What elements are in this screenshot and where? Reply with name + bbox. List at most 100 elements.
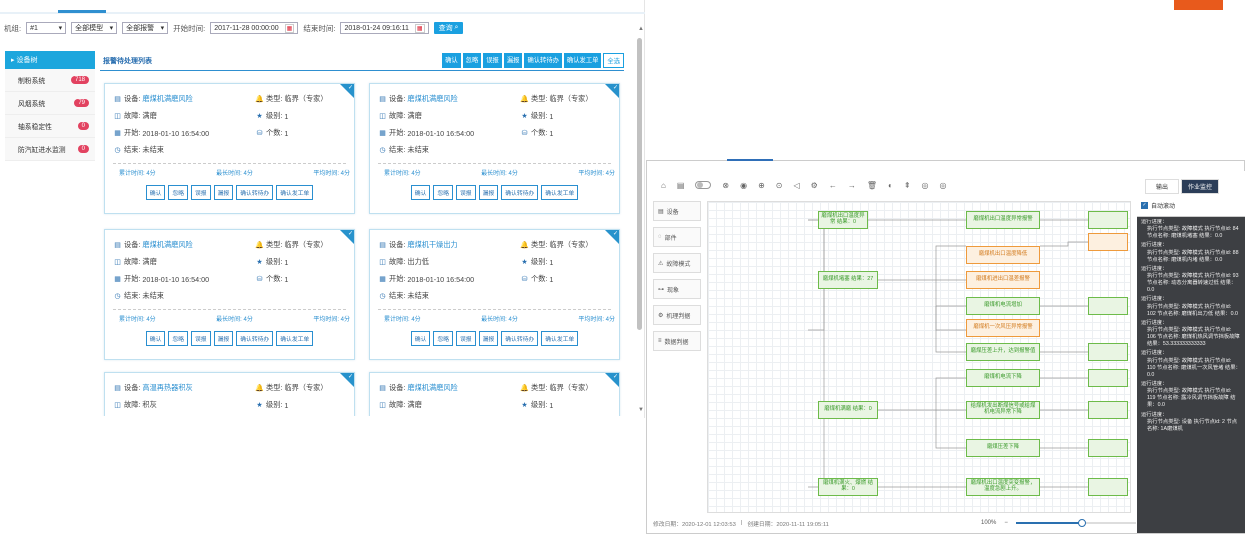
group-select[interactable]: #1 ▾ (26, 22, 67, 34)
scrollbar-thumb[interactable] (637, 38, 642, 330)
card-action-button[interactable]: 确认转待办 (236, 331, 274, 346)
select-all-button[interactable]: 全选 (603, 53, 624, 68)
diagram-node[interactable]: 磨煤机出口温度突变报警，温度急剧上升。 (966, 478, 1040, 496)
alarm-card[interactable]: ▤设备:磨煤机满磨风险 🔔类型:临界（专家） ◫故障:满磨 ★级别:1 ▦开始:… (104, 229, 355, 360)
diagram-node[interactable]: 磨煤机电流下降 (966, 369, 1040, 387)
selected-check-icon[interactable] (605, 84, 619, 98)
card-action-button[interactable]: 确认发工单 (276, 331, 314, 346)
sidebar-item[interactable]: 防汽缸进水监测 0 (5, 138, 95, 161)
diagram-node[interactable] (1088, 343, 1128, 361)
calendar-icon[interactable]: ▦ (284, 23, 295, 33)
false-alarm-button[interactable]: 误报 (483, 53, 502, 68)
sidebar-item[interactable]: 制粉系统 718 (5, 69, 95, 92)
scroll-down-icon[interactable]: ▼ (638, 407, 644, 413)
save-icon[interactable]: ▤ (677, 181, 685, 190)
diagram-node[interactable]: 磨煤机电流增加 (966, 297, 1040, 315)
sidebar-item[interactable]: 风烟系统 79 (5, 92, 95, 115)
device-name[interactable]: 磨煤机满磨风险 (407, 383, 457, 393)
diagram-node[interactable]: 磨煤机出口温度异常报警 (966, 211, 1040, 229)
palette-data-rule[interactable]: ≡ 数据判据 (653, 331, 701, 351)
diagram-node[interactable] (1088, 211, 1128, 229)
confirm-todo-button[interactable]: 确认转待办 (524, 53, 562, 68)
target2-icon[interactable]: ◎ (940, 181, 947, 190)
diagram-node[interactable] (1088, 439, 1128, 457)
scroll-up-icon[interactable]: ▲ (638, 26, 644, 32)
diagram-node[interactable]: 磨煤机进出口温差报警 (966, 271, 1040, 289)
diagram-node[interactable] (1088, 401, 1128, 419)
calendar-icon[interactable]: ▦ (414, 23, 425, 33)
sidebar-item[interactable]: 轴系稳定性 0 (5, 115, 95, 138)
home-icon[interactable]: ⌂ (661, 181, 666, 190)
mode-toggle[interactable] (695, 181, 712, 189)
focus-icon[interactable]: ⊙ (776, 181, 783, 190)
diagram-node[interactable]: 磨煤机出口温度异常 结果：0 (818, 211, 868, 229)
card-action-button[interactable]: 忽略 (168, 185, 188, 200)
query-button[interactable]: 查询 ⌕ (433, 22, 464, 34)
palette-component[interactable]: ◌ 部件 (653, 227, 701, 247)
alarm-card[interactable]: ▤设备:磨煤机干燥出力 🔔类型:临界（专家） ◫故障:出力低 ★级别:1 ▦开始… (369, 229, 620, 360)
diagram-node[interactable]: 磨煤机满磨 结果：0 (818, 401, 878, 419)
device-tree-header[interactable]: ▸ 设备树 (5, 51, 95, 69)
palette-fault-mode[interactable]: ⚠ 故障模式 (653, 253, 701, 273)
device-name[interactable]: 磨煤机干燥出力 (407, 240, 457, 250)
selected-check-icon[interactable] (605, 230, 619, 244)
card-action-button[interactable]: 误报 (456, 185, 476, 200)
card-action-button[interactable]: 忽略 (168, 331, 188, 346)
zoom-slider-handle[interactable] (1077, 519, 1086, 527)
diagram-node[interactable] (1088, 478, 1128, 496)
card-action-button[interactable]: 确认 (145, 331, 166, 346)
alarm-card[interactable]: ▤设备:磨煤机满磨风险 🔔类型:临界（专家） ◫故障:满磨 ★级别:1 ▦开始:… (104, 83, 355, 214)
selected-check-icon[interactable] (340, 84, 354, 98)
device-name[interactable]: 高温再热器积灰 (142, 383, 192, 393)
diagram-node[interactable]: 磨煤机出口温度降低 (966, 246, 1040, 264)
tab-job-monitor[interactable]: 作业监控 (1181, 179, 1219, 194)
undo-icon[interactable]: ← (829, 181, 837, 190)
card-action-button[interactable]: 忽略 (433, 331, 453, 346)
contrast-icon[interactable]: ◐ (888, 181, 893, 190)
ignore-button[interactable]: 忽略 (462, 53, 482, 68)
selected-check-icon[interactable] (605, 373, 619, 387)
card-action-button[interactable]: 确认发工单 (276, 185, 314, 200)
delete-icon[interactable]: 🗑 (867, 181, 877, 190)
card-action-button[interactable]: 确认 (410, 331, 431, 346)
palette-device[interactable]: ▤ 设备 (653, 201, 701, 221)
confirm-button[interactable]: 确认 (442, 53, 461, 68)
diagram-node[interactable]: 给煤机发出断煤信号或给煤机电流异常下降 (966, 401, 1040, 419)
card-action-button[interactable]: 误报 (191, 185, 211, 200)
device-name[interactable]: 磨煤机满磨风险 (142, 94, 192, 104)
diagram-node[interactable] (1088, 369, 1128, 387)
diagram-node[interactable]: 磨煤机满火、爆燃 结果：0 (818, 478, 878, 496)
card-action-button[interactable]: 忽略 (433, 185, 453, 200)
align-icon[interactable]: ⇞ (904, 181, 911, 190)
card-action-button[interactable]: 确认 (410, 185, 431, 200)
diagram-node[interactable]: 磨煤机堵塞 结果：27 (818, 271, 878, 289)
card-action-button[interactable]: 漏报 (478, 185, 499, 200)
card-action-button[interactable]: 漏报 (213, 331, 234, 346)
zoom-out-icon[interactable]: − (1004, 520, 1008, 526)
zoom-in-icon[interactable]: ⊕ (758, 181, 765, 190)
cancel-icon[interactable]: ⊗ (722, 181, 729, 190)
confirm-workorder-button[interactable]: 确认发工单 (563, 53, 602, 68)
settings-icon[interactable]: ⚙ (811, 181, 818, 190)
device-name[interactable]: 磨煤机满磨风险 (142, 240, 192, 250)
model-select[interactable]: 全部模型 ▾ (71, 22, 118, 34)
diagram-node[interactable] (1088, 297, 1128, 315)
diagram-node[interactable]: 磨煤压差下降 (966, 439, 1040, 457)
alarm-card[interactable]: ▤设备:磨煤机满磨风险 🔔类型:临界（专家） ◫故障:满磨 ★级别:1 ▦开始:… (369, 83, 620, 214)
selected-check-icon[interactable] (340, 230, 354, 244)
tab-output[interactable]: 输出 (1145, 179, 1179, 194)
zoom-slider[interactable] (1015, 519, 1136, 527)
palette-symptom[interactable]: ⊶ 现象 (653, 279, 701, 299)
send-icon[interactable]: ◁ (794, 181, 800, 190)
card-action-button[interactable]: 确认发工单 (541, 331, 579, 346)
palette-mechanism[interactable]: ⚙ 机理判据 (653, 305, 701, 325)
diagram-node[interactable]: 磨煤机一次风压异常报警 (966, 319, 1040, 337)
card-action-button[interactable]: 确认转待办 (236, 185, 274, 200)
card-action-button[interactable]: 误报 (456, 331, 476, 346)
view-icon[interactable]: ◎ (922, 181, 929, 190)
card-action-button[interactable]: 确认转待办 (501, 331, 539, 346)
alarm-select[interactable]: 全部报警 ▾ (122, 22, 169, 34)
selected-check-icon[interactable] (340, 373, 354, 387)
diagram-node[interactable]: 磨煤压差上升，达到报警值 (966, 343, 1040, 361)
end-time-input[interactable]: 2018-01-24 09:16:11 ▦ (340, 22, 429, 34)
